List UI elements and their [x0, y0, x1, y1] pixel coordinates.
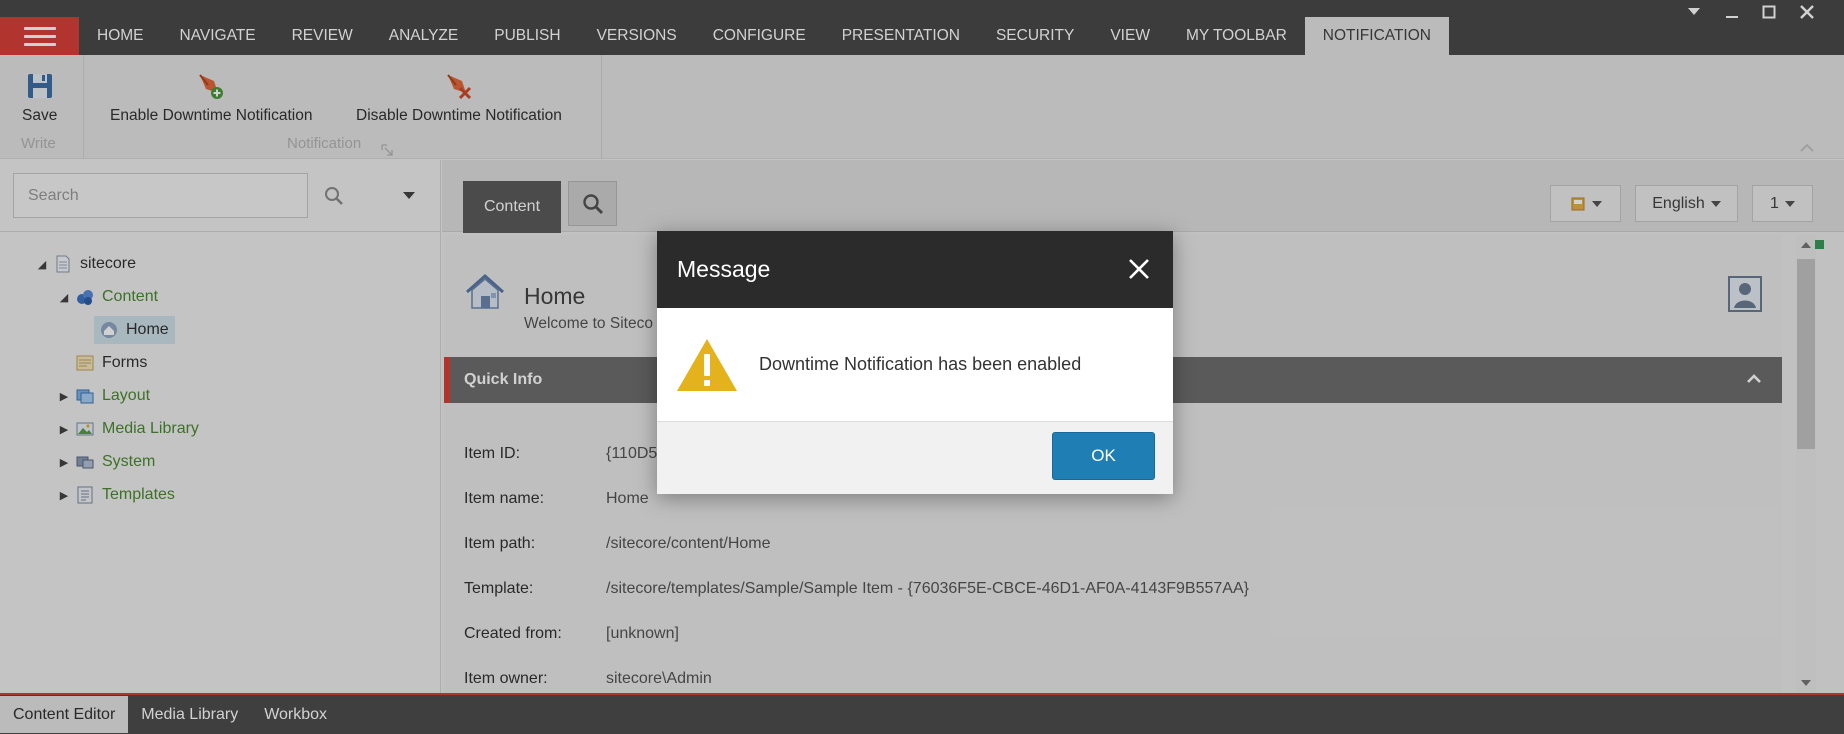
dialog-message: Downtime Notification has been enabled: [759, 354, 1082, 374]
dialog-title: Message: [677, 256, 771, 282]
message-dialog: Message Downtime Notification has been e…: [657, 231, 1173, 494]
close-icon: [1129, 259, 1149, 279]
dialog-body: Downtime Notification has been enabled: [657, 308, 1173, 422]
ok-button[interactable]: OK: [1052, 432, 1155, 480]
close-dialog-button[interactable]: [1125, 255, 1153, 283]
warning-icon: [677, 338, 737, 391]
dialog-footer: OK: [657, 422, 1173, 494]
dialog-header: Message: [657, 231, 1173, 308]
